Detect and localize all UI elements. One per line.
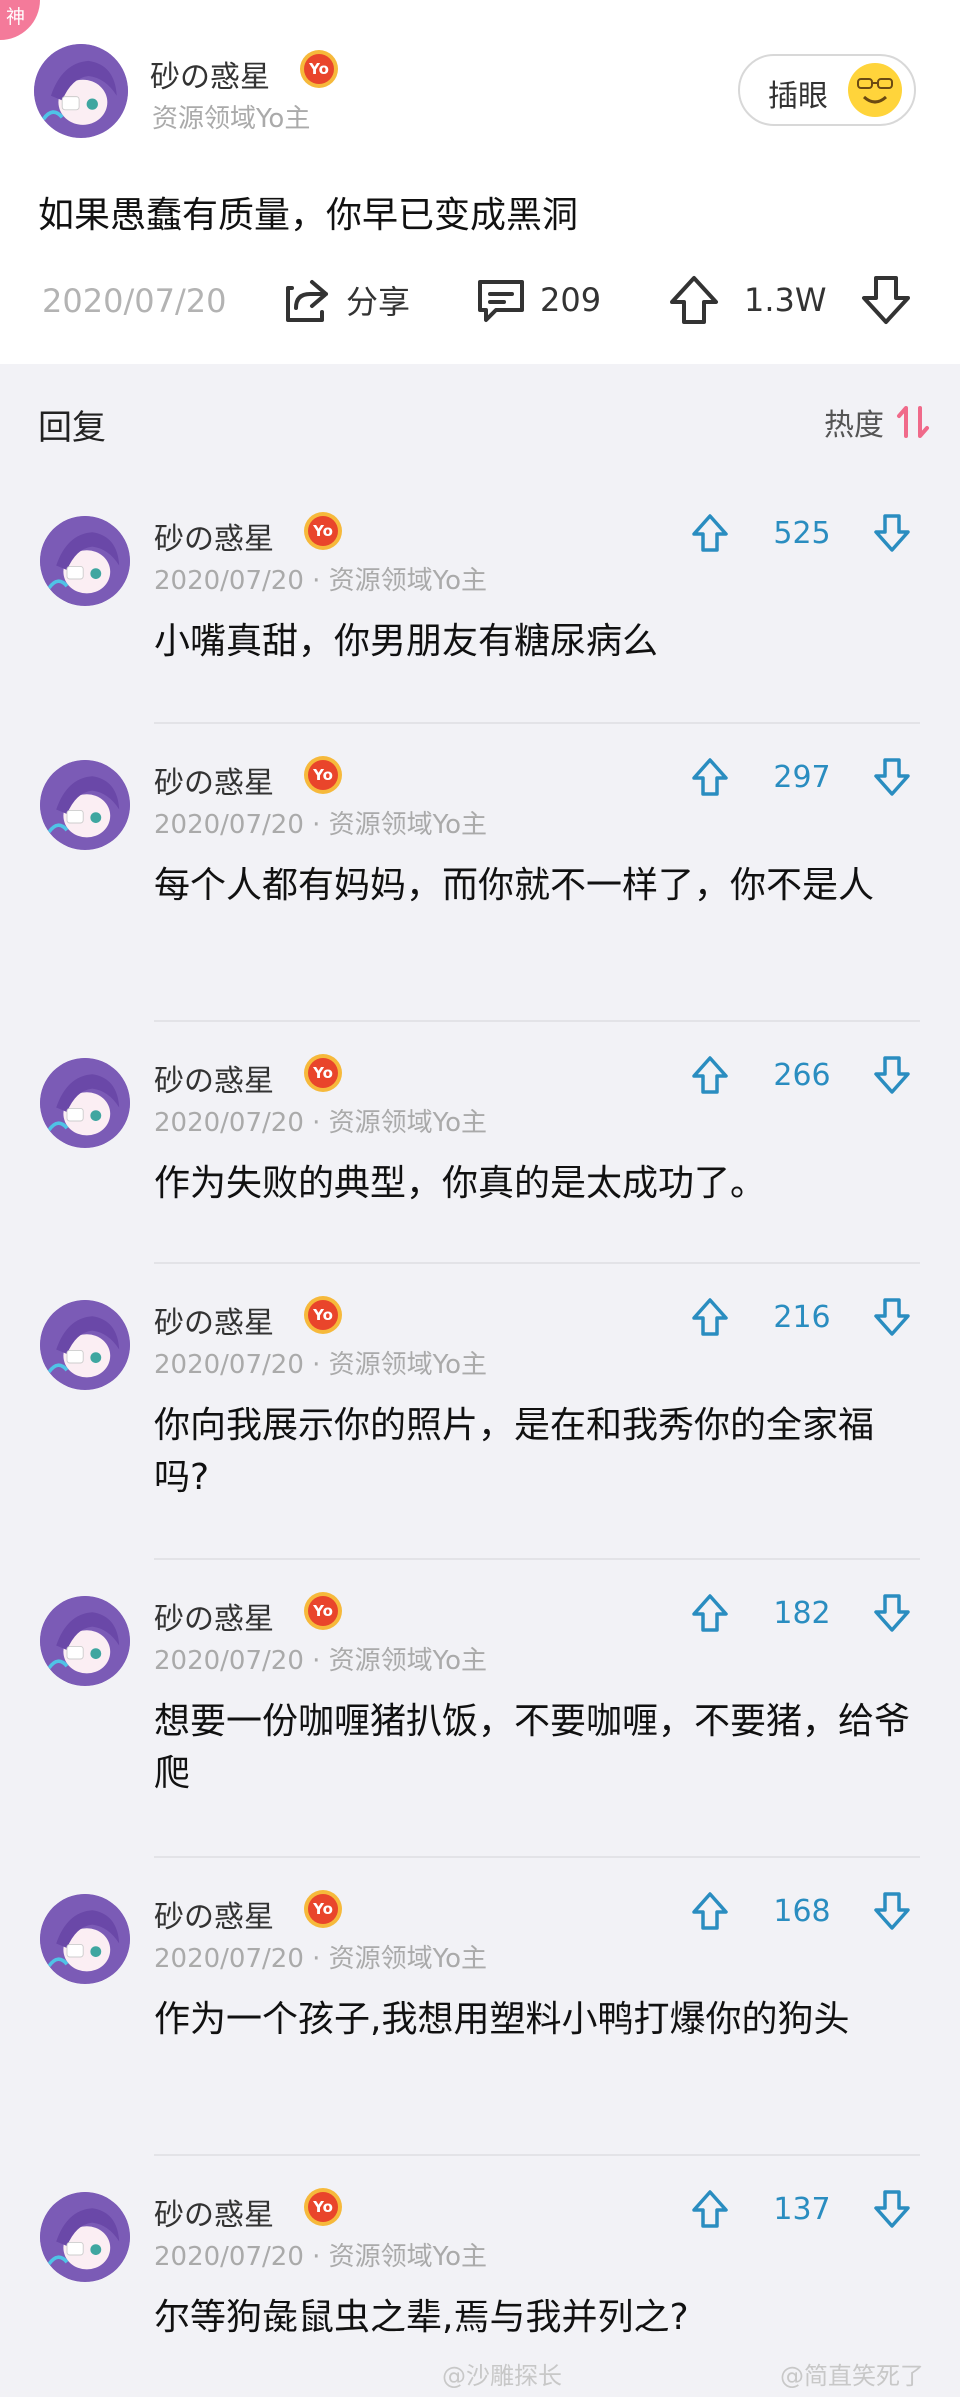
anime-avatar-icon xyxy=(34,44,128,138)
yo-badge-icon: Yo xyxy=(304,1296,342,1334)
reply-text: 想要一份咖喱猪扒饭，不要咖喱，不要猪，给爷爬 xyxy=(154,1701,911,1794)
yo-badge-icon: Yo xyxy=(300,50,338,88)
anime-avatar-icon xyxy=(40,1300,130,1390)
downvote-button[interactable] xyxy=(858,268,914,332)
yo-badge-icon: Yo xyxy=(304,1592,342,1630)
reply-author-name[interactable]: 砂の惑星 xyxy=(154,1298,274,1342)
reply-downvote-arrow-icon[interactable] xyxy=(872,1296,912,1338)
reply-upvote-arrow-icon[interactable] xyxy=(690,1592,730,1634)
share-button[interactable]: 分享 xyxy=(282,268,410,332)
reply-meta: 2020/07/20 · 资源领域Yo主 xyxy=(154,1108,487,1138)
yo-badge-icon: Yo xyxy=(304,512,342,550)
upvote-button[interactable]: 1.3W xyxy=(666,268,827,332)
like-count: 1.3W xyxy=(744,281,827,319)
reply-downvote-arrow-icon[interactable] xyxy=(872,756,912,798)
yo-badge-icon: Yo xyxy=(304,1054,342,1092)
insert-eye-button[interactable]: 插眼 xyxy=(738,54,916,126)
anime-avatar-icon xyxy=(40,516,130,606)
reply-meta: 2020/07/20 · 资源领域Yo主 xyxy=(154,2242,487,2272)
reply-vote-count: 525 xyxy=(773,516,831,551)
comment-icon xyxy=(474,274,528,326)
comment-count: 209 xyxy=(540,281,602,319)
anime-avatar-icon xyxy=(40,1058,130,1148)
smiling-glasses-face-icon xyxy=(848,63,902,117)
god-comment-badge: 神 xyxy=(0,0,40,40)
reply-meta: 2020/07/20 · 资源领域Yo主 xyxy=(154,810,487,840)
arrow-down-icon xyxy=(858,272,914,328)
reply-divider xyxy=(154,2154,920,2156)
reply-upvote-arrow-icon[interactable] xyxy=(690,1296,730,1338)
anime-avatar-icon xyxy=(40,2192,130,2282)
reply-meta: 2020/07/20 · 资源领域Yo主 xyxy=(154,566,487,596)
reply-text: 你向我展示你的照片，是在和我秀你的全家福吗? xyxy=(154,1405,875,1498)
post-date: 2020/07/20 xyxy=(42,282,227,320)
reply-text: 作为一个孩子,我想用塑料小鸭打爆你的狗头 xyxy=(154,1999,850,2040)
anime-avatar-icon xyxy=(40,1596,130,1686)
sort-by-hot-button[interactable]: 热度 xyxy=(824,400,930,444)
reply-meta: 2020/07/20 · 资源领域Yo主 xyxy=(154,1944,487,1974)
reply-downvote-arrow-icon[interactable] xyxy=(872,1054,912,1096)
reply-text: 作为失败的典型，你真的是太成功了。 xyxy=(154,1163,767,1204)
reply-upvote-arrow-icon[interactable] xyxy=(690,756,730,798)
reply-author-name[interactable]: 砂の惑星 xyxy=(154,514,274,558)
avatar[interactable] xyxy=(40,1894,130,1984)
reply-vote-count: 297 xyxy=(773,760,831,795)
anime-avatar-icon xyxy=(40,760,130,850)
reply-author-name[interactable]: 砂の惑星 xyxy=(154,1892,274,1936)
reply-vote-count: 216 xyxy=(773,1300,831,1335)
reply-vote-count: 266 xyxy=(773,1058,831,1093)
reply-meta: 2020/07/20 · 资源领域Yo主 xyxy=(154,1646,487,1676)
reply-author-name[interactable]: 砂の惑星 xyxy=(154,1056,274,1100)
reply-upvote-arrow-icon[interactable] xyxy=(690,1054,730,1096)
yo-badge-icon: Yo xyxy=(304,1890,342,1928)
arrow-up-icon xyxy=(666,272,722,328)
reply-divider xyxy=(154,1558,920,1560)
sort-label: 热度 xyxy=(824,408,884,443)
reply-divider xyxy=(154,722,920,724)
reply-upvote-arrow-icon[interactable] xyxy=(690,1890,730,1932)
comments-button[interactable]: 209 xyxy=(474,268,601,332)
reply-vote-count: 182 xyxy=(773,1596,831,1631)
avatar[interactable] xyxy=(40,516,130,606)
reply-downvote-arrow-icon[interactable] xyxy=(872,1890,912,1932)
insert-eye-label: 插眼 xyxy=(768,79,828,114)
reply-meta: 2020/07/20 · 资源领域Yo主 xyxy=(154,1350,487,1380)
avatar[interactable] xyxy=(40,1300,130,1390)
watermark-left: @沙雕探长 xyxy=(442,2362,562,2390)
share-label: 分享 xyxy=(346,283,411,321)
reply-vote-count: 168 xyxy=(773,1894,831,1929)
author-domain: 资源领域Yo主 xyxy=(152,104,311,134)
share-icon xyxy=(282,274,334,326)
reply-downvote-arrow-icon[interactable] xyxy=(872,512,912,554)
reply-downvote-arrow-icon[interactable] xyxy=(872,1592,912,1634)
avatar[interactable] xyxy=(40,2192,130,2282)
watermark-right: @简直笑死了 xyxy=(780,2362,924,2390)
avatar[interactable] xyxy=(34,44,128,138)
reply-author-name[interactable]: 砂の惑星 xyxy=(154,758,274,802)
reply-upvote-arrow-icon[interactable] xyxy=(690,512,730,554)
reply-divider xyxy=(154,1262,920,1264)
reply-divider xyxy=(154,1020,920,1022)
yo-badge-icon: Yo xyxy=(304,756,342,794)
reply-upvote-arrow-icon[interactable] xyxy=(690,2188,730,2230)
replies-title: 回复 xyxy=(38,408,106,448)
post-card: 神 砂の惑星 Yo 资源领域Yo主 插眼 如果愚蠢有质量，你早已变成黑洞 202… xyxy=(0,0,960,364)
author-name[interactable]: 砂の惑星 xyxy=(150,52,270,96)
reply-author-name[interactable]: 砂の惑星 xyxy=(154,1594,274,1638)
reply-text: 每个人都有妈妈，而你就不一样了，你不是人 xyxy=(154,865,875,906)
reply-vote-count: 137 xyxy=(773,2192,831,2227)
avatar[interactable] xyxy=(40,760,130,850)
reply-downvote-arrow-icon[interactable] xyxy=(872,2188,912,2230)
anime-avatar-icon xyxy=(40,1894,130,1984)
reply-author-name[interactable]: 砂の惑星 xyxy=(154,2190,274,2234)
avatar[interactable] xyxy=(40,1058,130,1148)
sort-arrows-icon xyxy=(896,404,930,440)
reply-text: 尔等狗彘鼠虫之辈,焉与我并列之? xyxy=(154,2297,689,2338)
yo-badge-icon: Yo xyxy=(304,2188,342,2226)
reply-divider xyxy=(154,1856,920,1858)
reply-text: 小嘴真甜，你男朋友有糖尿病么 xyxy=(154,621,659,662)
post-text: 如果愚蠢有质量，你早已变成黑洞 xyxy=(38,195,579,236)
avatar[interactable] xyxy=(40,1596,130,1686)
